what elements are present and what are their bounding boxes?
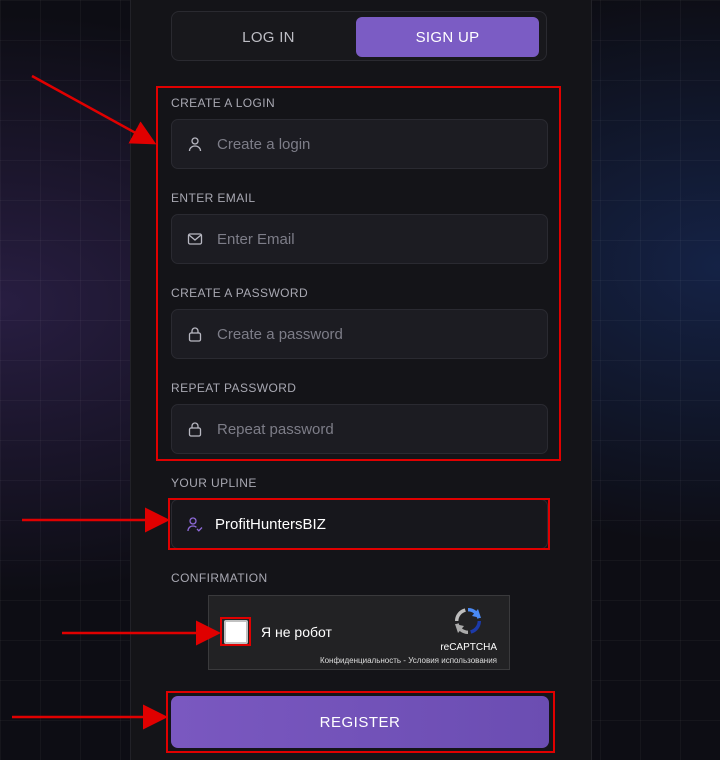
recaptcha-brand: reCAPTCHA (440, 642, 497, 653)
user-icon (187, 136, 203, 152)
password-input[interactable] (215, 324, 519, 344)
recaptcha-widget: Я не робот reCAPTCHA Конфиденциальность … (208, 595, 510, 670)
login-field[interactable] (171, 119, 548, 169)
recaptcha-checkbox[interactable] (224, 620, 248, 644)
email-field[interactable] (171, 214, 548, 264)
recaptcha-label: Я не робот (261, 624, 332, 640)
repeat-password-input[interactable] (215, 419, 519, 439)
repeat-password-field[interactable] (171, 404, 548, 454)
tab-log-in[interactable]: LOG IN (177, 17, 360, 57)
recaptcha-links[interactable]: Конфиденциальность - Условия использован… (320, 656, 497, 665)
mail-icon (187, 231, 203, 247)
login-input[interactable] (215, 134, 519, 154)
auth-tabs: LOG IN SIGN UP (171, 11, 547, 61)
enter-email-label: ENTER EMAIL (171, 191, 256, 205)
tab-sign-up[interactable]: SIGN UP (356, 17, 539, 57)
register-button[interactable]: REGISTER (171, 696, 549, 748)
upline-value: ProfitHuntersBIZ (215, 515, 326, 533)
lock-icon (187, 421, 203, 437)
create-login-label: CREATE A LOGIN (171, 96, 276, 110)
email-input[interactable] (215, 229, 519, 249)
repeat-password-label: REPEAT PASSWORD (171, 381, 297, 395)
lock-icon (187, 326, 203, 342)
confirmation-label: CONFIRMATION (171, 571, 268, 585)
password-field[interactable] (171, 309, 548, 359)
create-password-label: CREATE A PASSWORD (171, 286, 309, 300)
recaptcha-logo-icon (452, 605, 484, 637)
upline-field: ProfitHuntersBIZ (171, 499, 548, 549)
upline-label: YOUR UPLINE (171, 476, 257, 490)
user-check-icon (187, 516, 203, 532)
